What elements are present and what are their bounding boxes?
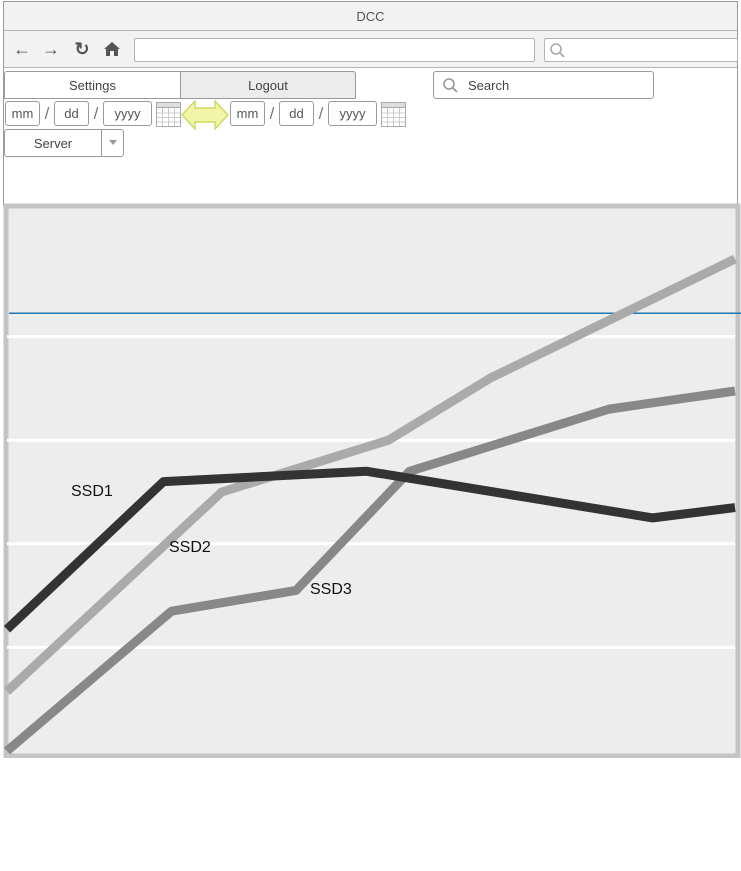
search-icon [550,43,565,58]
chart-plot-area [3,203,741,758]
to-year-field[interactable]: yyyy [328,101,377,126]
to-day-field[interactable]: dd [279,101,314,126]
line-chart: SSD1 SSD2 SSD3 [3,203,741,758]
browser-search-input[interactable] [544,38,738,62]
series-label-ssd3: SSD3 [310,581,352,598]
window-title: DCC [4,2,737,31]
calendar-icon[interactable] [381,102,406,127]
search-input[interactable]: Search [433,71,654,99]
tab-settings[interactable]: Settings [4,71,181,99]
search-placeholder: Search [468,78,510,93]
date-separator: / [44,104,50,123]
date-separator: / [93,104,99,123]
series-label-ssd2: SSD2 [169,539,211,556]
calendar-icon[interactable] [156,102,181,127]
home-icon[interactable] [102,39,122,59]
dropdown-button[interactable] [101,130,123,156]
series-label-ssd1: SSD1 [71,483,113,500]
search-icon [443,78,458,93]
date-separator: / [318,104,324,123]
date-separator: / [269,104,275,123]
url-input[interactable] [134,38,535,62]
from-month-field[interactable]: mm [5,101,40,126]
arrow-left-icon[interactable]: ← [12,39,32,59]
server-select-value: Server [33,136,73,151]
arrow-right-icon[interactable]: → [41,39,61,59]
tab-logout[interactable]: Logout [180,71,356,99]
chevron-down-icon [109,140,117,145]
from-year-field[interactable]: yyyy [103,101,152,126]
from-day-field[interactable]: dd [54,101,89,126]
to-month-field[interactable]: mm [230,101,265,126]
reload-icon[interactable]: ↻ [72,39,92,59]
double-arrow-icon [181,99,229,131]
server-select[interactable]: Server [4,129,124,157]
